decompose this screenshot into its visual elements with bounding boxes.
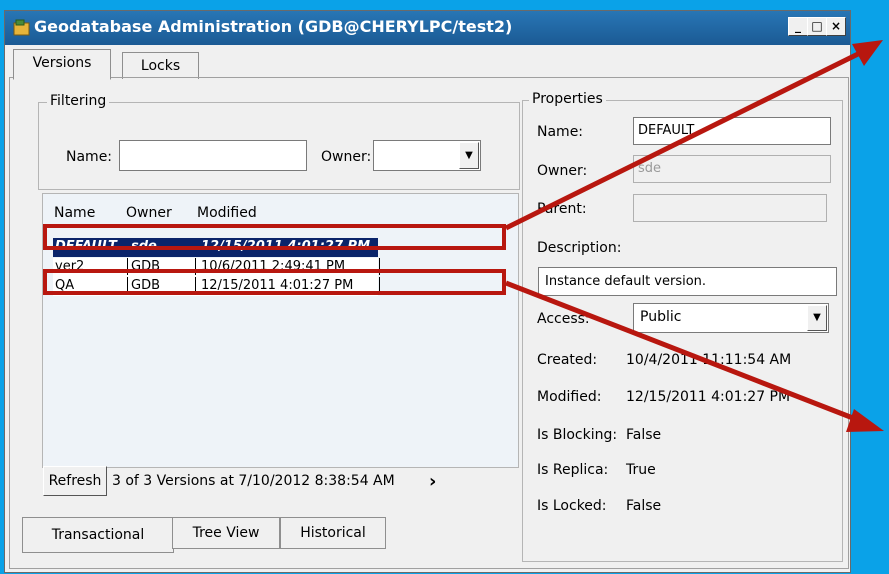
prop-name-label: Name: [537, 124, 584, 140]
prop-blocking-label: Is Blocking: [537, 427, 618, 443]
access-dropdown[interactable]: Public ▼ [633, 303, 829, 333]
prop-modified-label: Modified: [537, 389, 602, 405]
owner-dropdown-arrow-icon[interactable]: ▼ [459, 142, 479, 169]
access-dropdown-value: Public [640, 309, 682, 325]
prop-locked-value: False [626, 498, 662, 514]
prop-description-label: Description: [537, 240, 622, 256]
chevron-right-icon[interactable]: › [429, 471, 436, 492]
column-owner[interactable]: Owner [126, 205, 172, 221]
minimize-button[interactable]: _ [788, 17, 808, 36]
filter-name-label: Name: [66, 149, 113, 165]
filter-name-input[interactable] [119, 140, 307, 171]
column-name[interactable]: Name [54, 205, 95, 221]
filter-owner-label: Owner: [321, 149, 372, 165]
prop-created-value: 10/4/2011 11:11:54 AM [626, 352, 792, 368]
geodatabase-icon [13, 19, 30, 36]
access-dropdown-arrow-icon[interactable]: ▼ [807, 305, 827, 331]
title-bar[interactable]: Geodatabase Administration (GDB@CHERYLPC… [5, 11, 850, 45]
default-row-highlight [43, 224, 506, 250]
prop-description-field[interactable]: Instance default version. [538, 267, 837, 296]
prop-created-label: Created: [537, 352, 598, 368]
tab-tree-view[interactable]: Tree View [172, 517, 280, 549]
prop-replica-value: True [626, 462, 656, 478]
owner-dropdown[interactable]: ▼ [373, 140, 481, 171]
prop-blocking-value: False [626, 427, 662, 443]
prop-locked-label: Is Locked: [537, 498, 607, 514]
tab-historical[interactable]: Historical [280, 517, 386, 549]
close-button[interactable]: × [826, 17, 846, 36]
tab-versions[interactable]: Versions [13, 49, 111, 80]
prop-parent-field [633, 194, 827, 222]
properties-legend: Properties [529, 91, 606, 107]
filtering-legend: Filtering [47, 93, 110, 109]
column-modified[interactable]: Modified [197, 205, 257, 221]
refresh-button[interactable]: Refresh [43, 466, 107, 496]
prop-replica-label: Is Replica: [537, 462, 609, 478]
version-count-status: 3 of 3 Versions at 7/10/2012 8:38:54 AM [112, 473, 395, 489]
prop-name-field[interactable]: DEFAULT [633, 117, 831, 145]
prop-owner-field: sde [633, 155, 831, 183]
window-title: Geodatabase Administration (GDB@CHERYLPC… [34, 17, 513, 36]
prop-owner-label: Owner: [537, 163, 588, 179]
prop-parent-label: Parent: [537, 201, 587, 217]
maximize-button[interactable]: □ [807, 17, 827, 36]
tab-transactional[interactable]: Transactional [22, 517, 174, 553]
qa-row-highlight [43, 269, 506, 295]
prop-modified-value: 12/15/2011 4:01:27 PM [626, 389, 791, 405]
tab-locks[interactable]: Locks [122, 52, 199, 79]
prop-access-label: Access: [537, 311, 590, 327]
